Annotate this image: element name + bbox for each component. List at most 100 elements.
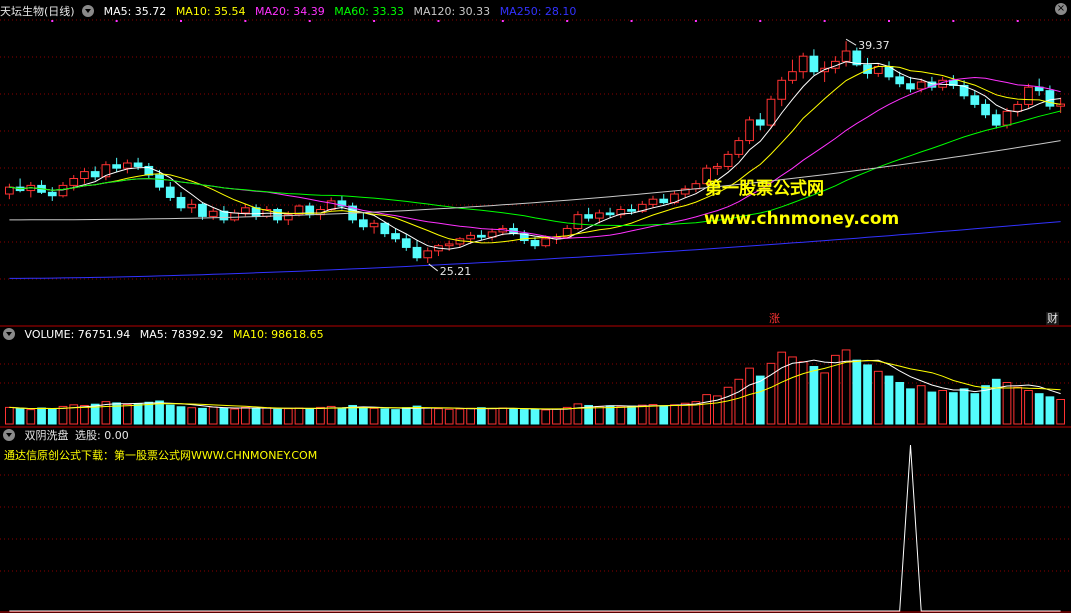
volume-bar bbox=[1013, 386, 1023, 425]
chevron-down-icon[interactable] bbox=[82, 5, 95, 17]
chart-canvas[interactable]: 39.37 25.21 bbox=[0, 0, 1071, 613]
event-tick bbox=[244, 20, 247, 22]
volume-bar bbox=[165, 404, 175, 425]
volume-bar bbox=[58, 405, 68, 425]
event-tick bbox=[373, 20, 376, 22]
volume-bar bbox=[144, 401, 154, 425]
signal-panel-header: 双阴洗盘 选股: 0.00 bbox=[0, 427, 135, 444]
volume-bar bbox=[970, 393, 980, 425]
volume-bar bbox=[702, 394, 711, 425]
volume-bar bbox=[873, 370, 883, 425]
close-icon[interactable]: × bbox=[1055, 3, 1067, 15]
volume-bar bbox=[659, 405, 669, 425]
volume-bar bbox=[273, 408, 282, 425]
volume-bar bbox=[863, 364, 872, 425]
stock-label: 天坛生物(日线) bbox=[0, 5, 75, 18]
volume-bar bbox=[123, 404, 132, 425]
volume-bar bbox=[648, 404, 658, 425]
candle-body bbox=[1024, 86, 1033, 105]
candle-body bbox=[766, 98, 776, 126]
ma60-label: MA60: 33.33 bbox=[334, 5, 404, 18]
watermark-url: www.chnmoney.com bbox=[704, 209, 900, 229]
candle-body bbox=[80, 171, 89, 180]
event-tick bbox=[180, 20, 182, 22]
event-marker-zhang[interactable]: 涨 bbox=[768, 312, 781, 325]
candle-body bbox=[165, 186, 175, 198]
volume-bar bbox=[477, 407, 486, 425]
volume-bar bbox=[316, 406, 325, 425]
volume-bar bbox=[412, 405, 422, 425]
volume-bar bbox=[906, 388, 915, 425]
volume-bar bbox=[326, 405, 336, 425]
ma20-label: MA20: 34.39 bbox=[255, 5, 325, 18]
candle-body bbox=[895, 76, 905, 85]
candle-body bbox=[584, 214, 593, 219]
volume-bar bbox=[487, 408, 497, 425]
volume-bar bbox=[337, 407, 347, 425]
volume-bar bbox=[541, 409, 551, 425]
volume-bar bbox=[498, 407, 508, 425]
volume-bar bbox=[262, 407, 272, 425]
volume-bar bbox=[176, 406, 186, 425]
event-tick bbox=[888, 20, 890, 22]
volume-bar bbox=[981, 385, 990, 425]
volume-bar bbox=[637, 404, 647, 425]
candle-body bbox=[380, 222, 390, 235]
candle-body bbox=[401, 238, 411, 248]
event-tick bbox=[1016, 20, 1019, 22]
candle-body bbox=[155, 174, 164, 188]
event-tick bbox=[694, 20, 697, 22]
chevron-down-icon[interactable] bbox=[3, 328, 15, 340]
volume-bar bbox=[745, 367, 754, 425]
volume-bar bbox=[573, 403, 583, 425]
volume-bar bbox=[423, 407, 433, 425]
volume-bar bbox=[949, 392, 958, 425]
chevron-down-icon[interactable] bbox=[3, 429, 15, 441]
candle-body bbox=[970, 95, 980, 105]
candle-body bbox=[648, 198, 658, 205]
candle-body bbox=[1045, 90, 1055, 107]
volume-bar bbox=[680, 402, 690, 425]
event-marker-cai[interactable]: 财 bbox=[1046, 312, 1059, 325]
volume-bar bbox=[47, 408, 57, 425]
volume-bar bbox=[519, 409, 529, 425]
candle-body bbox=[90, 171, 100, 178]
high-annotation: 39.37 bbox=[858, 39, 890, 52]
ma250-line bbox=[9, 221, 1061, 279]
candle-body bbox=[723, 153, 733, 167]
volume-bar bbox=[26, 409, 36, 425]
candle-body bbox=[1002, 110, 1012, 126]
candle-body bbox=[755, 119, 765, 126]
volume-bar bbox=[133, 403, 143, 425]
volume-bar bbox=[927, 391, 937, 425]
volume-bar bbox=[1045, 396, 1055, 425]
event-tick bbox=[952, 20, 955, 22]
volume-bar bbox=[595, 405, 604, 425]
candle-body bbox=[841, 50, 851, 62]
volume-bar bbox=[1056, 398, 1065, 425]
volume-bar bbox=[444, 408, 454, 425]
volume-bar bbox=[15, 408, 25, 425]
volume-bar bbox=[777, 351, 787, 425]
volume-bar bbox=[283, 408, 293, 425]
promo-text: 通达信原创公式下载：第一股票公式网WWW.CHNMONEY.COM bbox=[4, 449, 318, 462]
volume-bar bbox=[1024, 389, 1033, 425]
volume-bar bbox=[80, 404, 89, 425]
volume-bar bbox=[530, 408, 540, 425]
ma5-line bbox=[9, 61, 1061, 250]
volume-bar bbox=[369, 407, 379, 425]
volume-bar bbox=[884, 375, 894, 425]
volume-bar bbox=[241, 406, 250, 425]
signal-title: 双阴洗盘 bbox=[24, 429, 69, 442]
ma5-label: MA5: 35.72 bbox=[103, 5, 167, 18]
candle-body bbox=[713, 165, 722, 169]
volume-bar bbox=[938, 389, 947, 425]
volume-bar bbox=[616, 406, 626, 425]
volume-bar bbox=[820, 372, 829, 425]
event-tick bbox=[51, 20, 54, 22]
candle-body bbox=[466, 234, 475, 240]
candle-body bbox=[788, 71, 797, 81]
signal-value: 选股: 0.00 bbox=[75, 429, 129, 442]
candle-body bbox=[369, 222, 379, 228]
volume-bar bbox=[230, 408, 239, 425]
